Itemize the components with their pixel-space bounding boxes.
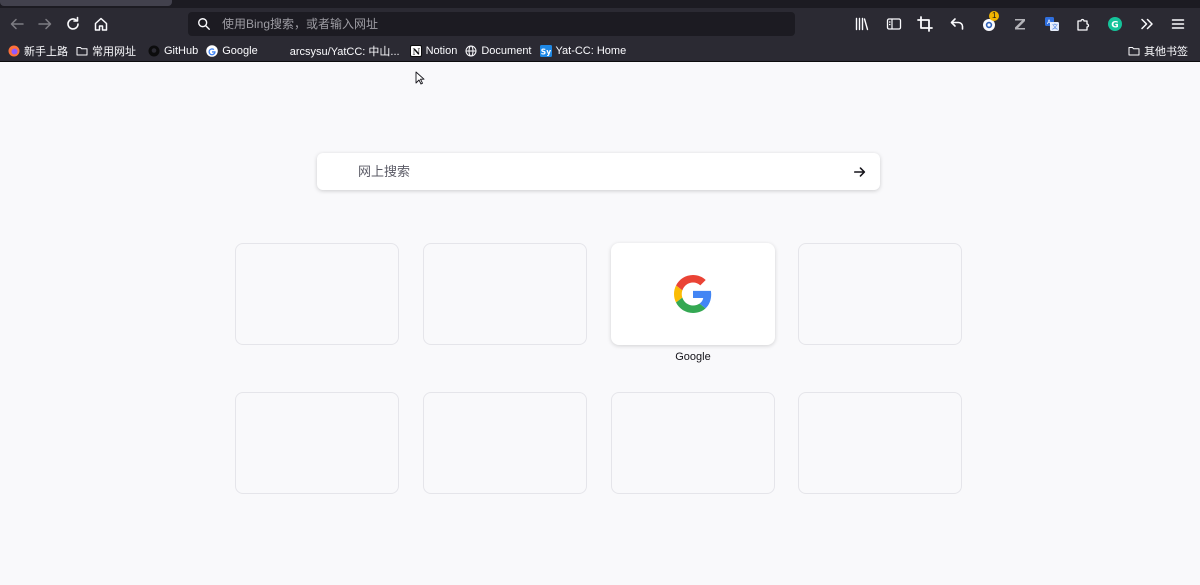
- hamburger-menu-icon: [1171, 19, 1185, 29]
- extension-button[interactable]: 1: [973, 10, 1005, 38]
- sidebar-button[interactable]: [878, 10, 910, 38]
- bookmark-yatcc-repo[interactable]: arcsysu/YatCC: 中山...: [270, 41, 404, 61]
- screenshot-button[interactable]: [910, 10, 942, 38]
- chevron-double-right-icon: [1140, 18, 1153, 30]
- zotero-button[interactable]: [1004, 10, 1036, 38]
- reload-button[interactable]: [59, 10, 87, 38]
- back-button[interactable]: [3, 10, 31, 38]
- shortcut-tile-google[interactable]: [611, 243, 775, 345]
- bookmark-label: Google: [222, 44, 258, 57]
- grammarly-icon: G: [1108, 17, 1123, 31]
- other-bookmarks-folder[interactable]: 其他书签: [1124, 41, 1192, 61]
- svg-text:G: G: [1111, 21, 1118, 31]
- google-logo-icon: [664, 265, 721, 322]
- overflow-button[interactable]: [1131, 10, 1163, 38]
- arrow-right-icon: [853, 167, 866, 177]
- back-arrow-icon: [10, 18, 24, 30]
- folder-icon: [1128, 45, 1140, 57]
- bookmark-google[interactable]: Google: [202, 41, 261, 61]
- sidebar-icon: [886, 18, 902, 30]
- crop-icon: [917, 16, 934, 32]
- shortcut-tile-empty[interactable]: [423, 392, 587, 494]
- undo-icon: [950, 18, 964, 30]
- shortcut-tile-empty[interactable]: [235, 243, 399, 345]
- other-bookmarks-label: 其他书签: [1144, 46, 1188, 58]
- svg-text:Sy: Sy: [540, 47, 550, 56]
- translate-icon: A文: [1044, 17, 1059, 31]
- shortcut-tile-empty[interactable]: [611, 392, 775, 494]
- github-icon: [148, 45, 160, 57]
- page-icon: [274, 45, 286, 57]
- web-search-input[interactable]: [358, 164, 818, 179]
- forward-arrow-icon: [38, 18, 52, 30]
- bookmark-label: Notion: [425, 44, 458, 57]
- bookmark-yatcc-home[interactable]: Sy Yat-CC: Home: [536, 41, 631, 61]
- zotero-icon: [1015, 19, 1026, 30]
- forward-button[interactable]: [31, 10, 59, 38]
- extension-badge-count: 1: [988, 11, 1000, 21]
- shortcut-label-google[interactable]: Google: [611, 351, 775, 363]
- library-icon: [856, 17, 869, 31]
- url-bar[interactable]: [188, 12, 795, 36]
- shortcut-tile-empty[interactable]: [423, 243, 587, 345]
- puzzle-icon: [1077, 18, 1090, 31]
- extensions-menu-button[interactable]: [1068, 10, 1100, 38]
- bookmark-label: 常用网址: [92, 45, 136, 58]
- bookmark-label: Yat-CC: Home: [555, 44, 627, 57]
- folder-icon: [76, 45, 88, 57]
- undo-close-button[interactable]: [941, 10, 973, 38]
- grammarly-button[interactable]: G: [1099, 10, 1131, 38]
- firefox-icon: [8, 45, 20, 57]
- sy-icon: Sy: [539, 44, 552, 57]
- web-search-box[interactable]: [317, 153, 880, 190]
- translate-button[interactable]: A文: [1036, 10, 1068, 38]
- bookmark-document[interactable]: Document: [461, 41, 535, 61]
- bookmark-label: Document: [481, 44, 532, 57]
- bookmark-label: arcsysu/YatCC: 中山...: [289, 45, 400, 58]
- bookmark-label: GitHub: [164, 44, 199, 57]
- home-button[interactable]: [87, 10, 115, 38]
- selected-tab[interactable]: [0, 0, 172, 6]
- url-input[interactable]: [220, 17, 780, 31]
- shortcut-tile-empty[interactable]: [235, 392, 399, 494]
- shortcut-tile-empty[interactable]: [798, 243, 962, 345]
- mouse-cursor-icon: [415, 71, 425, 85]
- svg-text:文: 文: [1052, 23, 1058, 31]
- search-submit-button[interactable]: [850, 162, 870, 182]
- tab-strip: [0, 0, 1200, 8]
- shortcut-tile-empty[interactable]: [798, 392, 962, 494]
- new-tab-page: Google: [0, 62, 1200, 585]
- library-button[interactable]: [846, 10, 878, 38]
- notion-icon: N: [409, 44, 422, 57]
- navigation-toolbar: 1 A文 G: [0, 8, 1200, 40]
- reload-icon: [67, 16, 79, 30]
- search-icon: [188, 17, 220, 31]
- google-icon: [206, 44, 219, 57]
- home-icon: [94, 17, 108, 31]
- bookmark-github[interactable]: GitHub: [144, 41, 202, 61]
- bookmark-notion[interactable]: N Notion: [406, 41, 462, 61]
- bookmark-newbie[interactable]: 新手上路: [4, 41, 72, 61]
- globe-icon: [465, 45, 477, 57]
- svg-text:N: N: [412, 47, 420, 57]
- app-menu-button[interactable]: [1162, 10, 1194, 38]
- bookmark-folder-common[interactable]: 常用网址: [72, 41, 140, 61]
- bookmark-label: 新手上路: [24, 45, 68, 58]
- bookmarks-toolbar: 新手上路 常用网址 GitHub Google arcsysu/YatCC: 中…: [0, 40, 1200, 62]
